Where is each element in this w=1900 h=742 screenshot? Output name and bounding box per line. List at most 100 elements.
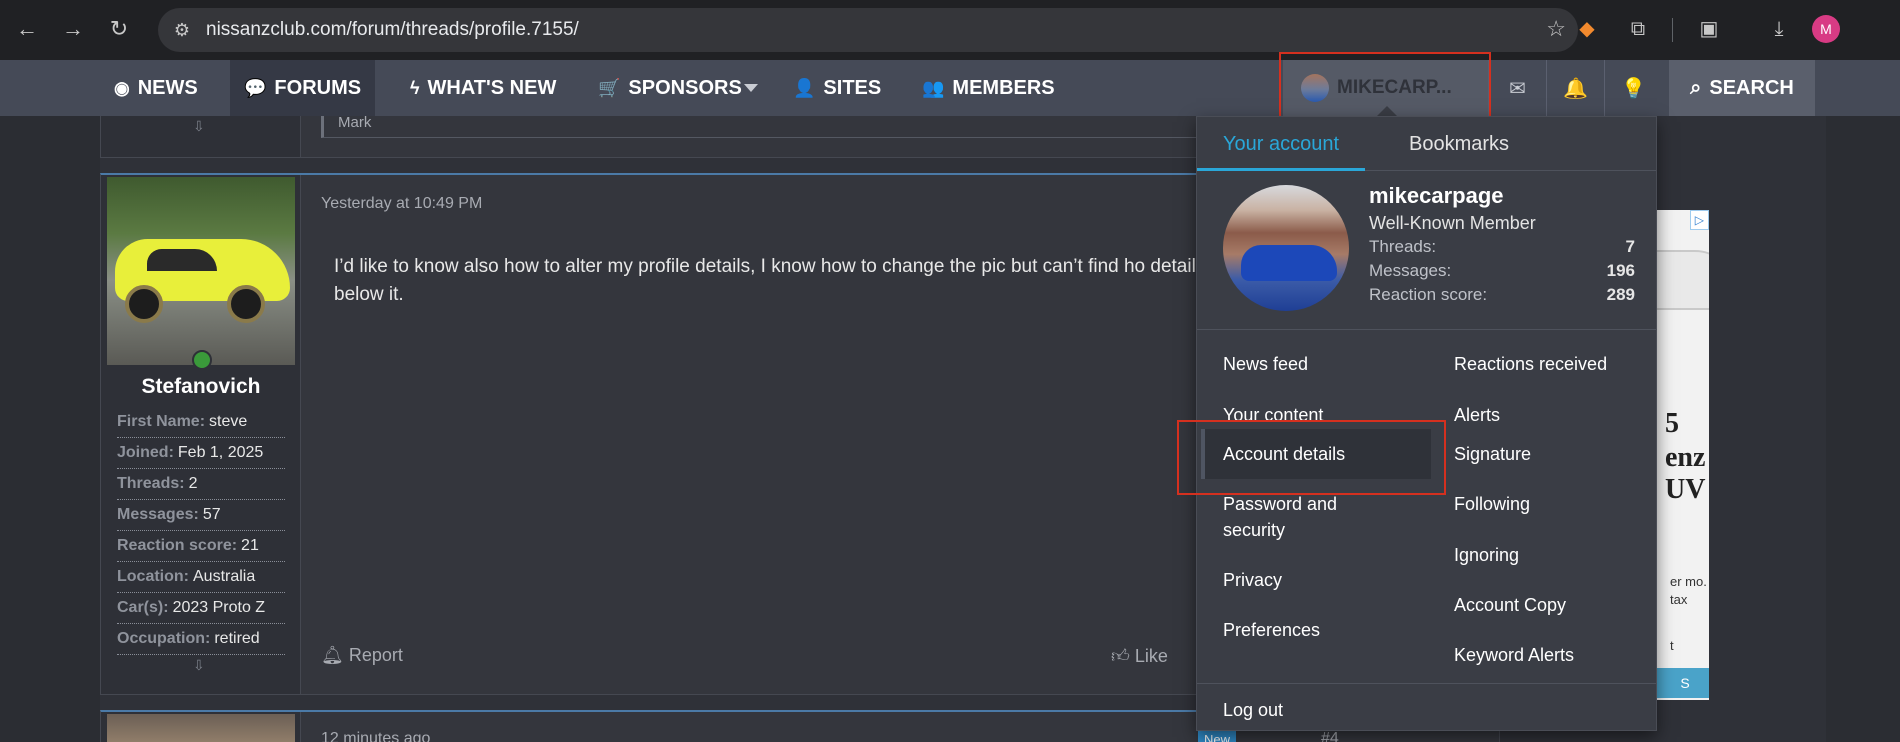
expand-arrow-icon[interactable]: ⇩ xyxy=(193,118,205,135)
car-wheel-rear xyxy=(227,285,265,323)
whats-new-bulb-icon[interactable]: 💡 xyxy=(1604,60,1662,116)
user-field-location: Location: Australia xyxy=(117,562,285,593)
nav-whats-new[interactable]: ϟ WHAT'S NEW xyxy=(400,60,566,116)
stat-threads: Threads: 7 xyxy=(1369,237,1635,256)
menu-user-stats: Threads: 7 Messages: 196 Reaction score: 28… xyxy=(1369,237,1635,309)
menu-username[interactable]: mikecarpage xyxy=(1369,183,1504,209)
post-number[interactable]: #4 xyxy=(1321,730,1339,742)
nav-forums[interactable]: 💬 FORUMS xyxy=(230,60,376,116)
bookmark-star-icon[interactable]: ☆ xyxy=(1546,16,1566,42)
menu-user-title: Well-Known Member xyxy=(1369,213,1536,233)
browser-toolbar: ← → ↻ ⚙ nissanzclub.com/forum/threads/pr… xyxy=(0,0,1900,60)
menu-tabs: Your account Bookmarks xyxy=(1197,117,1656,171)
report-link[interactable]: 🔔︎ Report xyxy=(321,645,403,666)
profile-avatar[interactable]: M xyxy=(1812,15,1840,43)
nav-members-label: MEMBERS xyxy=(952,76,1055,99)
menu-item-ignoring[interactable]: Ignoring xyxy=(1454,542,1654,568)
menu-profile-avatar[interactable] xyxy=(1223,185,1349,311)
user-info-fields: First Name: steve Joined: Feb 1, 2025 Thre… xyxy=(117,407,285,655)
user-field-threads: Threads: 2 xyxy=(117,469,285,500)
users-icon: 👥 xyxy=(922,77,945,98)
back-icon[interactable]: ← xyxy=(12,14,42,44)
menu-divider xyxy=(1197,329,1656,330)
tab-your-account[interactable]: Your account xyxy=(1197,117,1366,171)
address-bar[interactable]: ⚙ nissanzclub.com/forum/threads/profile.… xyxy=(158,8,1578,52)
user-field-reaction-score: Reaction score: 21 xyxy=(117,531,285,562)
alerts-bell-icon[interactable]: 🔔 xyxy=(1546,60,1604,116)
extensions-puzzle-icon[interactable]: ⧉ xyxy=(1623,14,1653,44)
cart-icon: 🛒 xyxy=(598,77,621,98)
ad-fine-print-2: tax xyxy=(1670,592,1688,607)
expand-arrow-icon[interactable]: ⇩ xyxy=(193,657,205,674)
post-body-text: I’d like to know also how to alter my pr… xyxy=(334,256,1206,305)
like-label: Like xyxy=(1134,646,1168,666)
menu-item-following[interactable]: Following xyxy=(1454,491,1654,517)
nav-members[interactable]: 👥 MEMBERS xyxy=(912,60,1065,116)
car-wheel-front xyxy=(125,285,163,323)
search-label: SEARCH xyxy=(1709,76,1794,99)
search-button[interactable]: ⌕ SEARCH xyxy=(1669,60,1815,116)
ad-headline-3: UV xyxy=(1665,474,1706,505)
post-username[interactable]: Stefanovich xyxy=(101,375,301,399)
post-user-column: Stefanovich First Name: steve Joined: Feb … xyxy=(101,175,301,694)
menu-item-password-security[interactable]: Password and security xyxy=(1223,491,1393,543)
rss-icon: ◉ xyxy=(114,77,130,98)
next-post-avatar[interactable] xyxy=(107,714,295,742)
menu-item-reactions-received[interactable]: Reactions received xyxy=(1454,351,1654,377)
nav-sites-label: SITES xyxy=(823,76,882,99)
nav-news[interactable]: ◉ NEWS xyxy=(104,60,208,116)
nav-sites[interactable]: 👤 SITES xyxy=(783,60,891,116)
inbox-envelope-icon[interactable]: ✉ xyxy=(1488,60,1546,116)
menu-item-signature[interactable]: Signature xyxy=(1454,441,1654,467)
user-field-occupation: Occupation: retired xyxy=(117,624,285,655)
previous-post-quote: Mark xyxy=(321,114,1321,138)
forward-icon[interactable]: → xyxy=(58,14,88,44)
site-info-icon[interactable]: ⚙ xyxy=(170,18,194,42)
menu-item-preferences[interactable]: Preferences xyxy=(1223,617,1423,643)
previous-post-user-column: ⇩ xyxy=(101,116,301,157)
menu-item-privacy[interactable]: Privacy xyxy=(1223,567,1423,593)
search-icon: ⌕ xyxy=(1690,76,1702,99)
toolbar-divider xyxy=(1672,18,1673,42)
next-post-user-column xyxy=(101,712,301,742)
url-text[interactable]: nissanzclub.com/forum/threads/profile.71… xyxy=(206,19,579,41)
stat-reaction-score: Reaction score: 289 xyxy=(1369,285,1635,304)
bolt-icon: ϟ xyxy=(410,77,420,98)
menu-item-log-out[interactable]: Log out xyxy=(1223,697,1423,723)
user-field-messages: Messages: 57 xyxy=(117,500,285,531)
user-field-cars: Car(s): 2023 Proto Z xyxy=(117,593,285,624)
ad-headline-1: 5 xyxy=(1665,408,1679,439)
thumbs-up-icon: 👍︎ xyxy=(1111,646,1130,666)
metamask-extension-icon[interactable]: ◆ xyxy=(1572,14,1602,44)
ad-fine-print-1: er mo. xyxy=(1670,574,1707,589)
download-icon[interactable]: ⤓ xyxy=(1764,14,1794,44)
tab-bookmarks[interactable]: Bookmarks xyxy=(1383,117,1535,171)
sponsors-dropdown-caret[interactable] xyxy=(744,84,758,92)
user-field-first-name: First Name: steve xyxy=(117,407,285,438)
tab-search-icon[interactable]: ▣ xyxy=(1694,14,1724,44)
new-badge: New xyxy=(1198,730,1237,742)
post-timestamp[interactable]: Yesterday at 10:49 PM xyxy=(321,195,482,213)
menu-pointer xyxy=(1377,106,1397,116)
user-avatar-photo[interactable] xyxy=(107,177,295,365)
menu-item-keyword-alerts[interactable]: Keyword Alerts xyxy=(1454,642,1654,668)
report-label: Report xyxy=(348,645,403,665)
reload-icon[interactable]: ↻ xyxy=(104,14,134,44)
car-window-shape xyxy=(147,249,217,271)
menu-divider-bottom xyxy=(1197,683,1656,684)
menu-item-news-feed[interactable]: News feed xyxy=(1223,351,1423,377)
blue-car-image xyxy=(1241,245,1337,281)
online-status-icon xyxy=(192,350,212,370)
nav-sponsors[interactable]: 🛒 SPONSORS xyxy=(588,60,752,116)
ad-cta-button[interactable]: S xyxy=(1655,668,1709,698)
nav-sponsors-label: SPONSORS xyxy=(628,76,742,99)
nav-forums-label: FORUMS xyxy=(274,76,362,99)
adchoices-icon[interactable]: ▷ xyxy=(1689,210,1709,230)
next-post-timestamp[interactable]: 12 minutes ago xyxy=(321,730,430,742)
like-button[interactable]: 👍︎ Like xyxy=(1111,645,1168,667)
menu-item-account-copy[interactable]: Account Copy xyxy=(1454,592,1654,618)
menu-item-alerts[interactable]: Alerts xyxy=(1454,402,1654,428)
report-bell-icon: 🔔︎ xyxy=(321,645,344,665)
user-field-joined: Joined: Feb 1, 2025 xyxy=(117,438,285,469)
ad-headline-2: enz xyxy=(1665,442,1706,473)
